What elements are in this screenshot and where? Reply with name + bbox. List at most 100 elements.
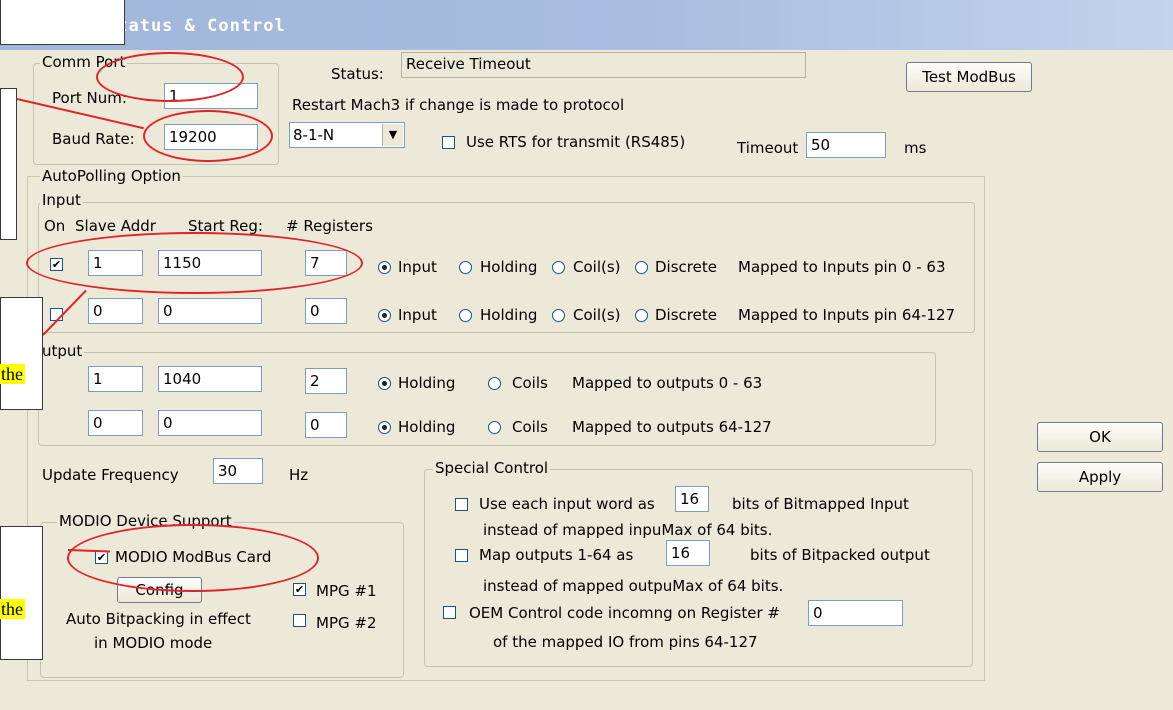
special-row2-input[interactable]: 16 bbox=[666, 540, 710, 566]
output-row1-start-input[interactable]: 1040 bbox=[158, 366, 262, 392]
output-row2-count-input[interactable]: 0 bbox=[305, 412, 347, 438]
apply-button[interactable]: Apply bbox=[1037, 462, 1163, 492]
rts-checkbox[interactable] bbox=[442, 136, 455, 149]
output-row2-start-input[interactable]: 0 bbox=[158, 410, 262, 436]
timeout-input[interactable]: 50 bbox=[806, 132, 886, 158]
baud-rate-input[interactable]: 19200 bbox=[164, 124, 258, 150]
output-radio-label-holding-2: Holding bbox=[398, 418, 456, 436]
output-row1-radio-coils[interactable] bbox=[488, 377, 501, 390]
comm-port-legend: Comm Port bbox=[40, 53, 128, 71]
radio-label-coils: Coil(s) bbox=[573, 258, 621, 276]
radio-label-holding-2: Holding bbox=[480, 306, 538, 324]
port-num-label: Port Num: bbox=[52, 89, 127, 107]
protocol-select[interactable]: 8-1-N ▼ bbox=[289, 122, 405, 148]
input-row2-start-input[interactable]: 0 bbox=[158, 298, 262, 324]
input-row1-radio-input[interactable] bbox=[378, 261, 391, 274]
special-row2-sub: instead of mapped outpuMax of 64 bits. bbox=[483, 577, 784, 595]
protocol-value: 8-1-N bbox=[293, 126, 335, 144]
input-legend: Input bbox=[40, 191, 83, 209]
test-modbus-button[interactable]: Test ModBus bbox=[906, 62, 1032, 92]
input-row2-map: Mapped to Inputs pin 64-127 bbox=[738, 306, 956, 324]
header-registers: # Registers bbox=[286, 217, 373, 235]
special-row3-pre: OEM Control code incomng on Register # bbox=[469, 604, 780, 622]
input-row2-radio-discrete[interactable] bbox=[635, 309, 648, 322]
status-label: Status: bbox=[331, 65, 384, 83]
timeout-label: Timeout bbox=[737, 139, 799, 157]
restart-note: Restart Mach3 if change is made to proto… bbox=[292, 96, 625, 114]
output-legend: utput bbox=[40, 342, 85, 360]
update-frequency-label: Update Frequency bbox=[42, 466, 179, 484]
input-row1-radio-holding[interactable] bbox=[459, 261, 472, 274]
output-row1-slave-input[interactable]: 1 bbox=[88, 366, 143, 392]
port-num-input[interactable]: 1 bbox=[164, 83, 258, 109]
output-row1-count-input[interactable]: 2 bbox=[305, 368, 347, 394]
modio-note-line2: in MODIO mode bbox=[94, 634, 213, 652]
rts-label: Use RTS for transmit (RS485) bbox=[466, 133, 686, 151]
annotation-note-2: the bbox=[0, 599, 25, 619]
annotation-box-bottom: the bbox=[0, 526, 43, 660]
special-row3-checkbox[interactable] bbox=[443, 606, 456, 619]
modio-card-label: MODIO ModBus Card bbox=[115, 548, 272, 566]
annotation-box-top bbox=[0, 0, 125, 45]
radio-label-discrete: Discrete bbox=[655, 258, 717, 276]
radio-label-input: Input bbox=[398, 258, 437, 276]
mpg1-checkbox[interactable]: ✔ bbox=[293, 583, 306, 596]
modio-note-line1: Auto Bitpacking in effect bbox=[66, 610, 251, 628]
input-row2-radio-input[interactable] bbox=[378, 309, 391, 322]
input-row1-on-checkbox[interactable]: ✔ bbox=[50, 258, 63, 271]
modio-legend: MODIO Device Support bbox=[57, 512, 234, 530]
mpg2-checkbox[interactable] bbox=[293, 614, 306, 627]
timeout-unit: ms bbox=[904, 139, 927, 157]
special-row2-checkbox[interactable] bbox=[455, 549, 468, 562]
input-row1-count-input[interactable]: 7 bbox=[305, 250, 347, 276]
special-row3-sub: of the mapped IO from pins 64-127 bbox=[493, 633, 758, 651]
input-row1-radio-coils[interactable] bbox=[552, 261, 565, 274]
output-row2-radio-holding[interactable] bbox=[378, 421, 391, 434]
output-radio-label-coils: Coils bbox=[512, 374, 548, 392]
mpg1-label: MPG #1 bbox=[316, 582, 377, 600]
output-row2-radio-coils[interactable] bbox=[488, 421, 501, 434]
input-row2-on-checkbox[interactable] bbox=[50, 308, 63, 321]
input-row1-slave-input[interactable]: 1 bbox=[88, 250, 143, 276]
annotation-box-mid: the bbox=[0, 297, 43, 410]
autopolling-legend: AutoPolling Option bbox=[40, 167, 183, 185]
special-row1-sub: instead of mapped inpuMax of 64 bits. bbox=[483, 521, 773, 539]
special-row3-input[interactable]: 0 bbox=[808, 600, 903, 626]
input-row2-radio-holding[interactable] bbox=[459, 309, 472, 322]
header-start-reg: Start Reg: bbox=[188, 217, 263, 235]
output-row1-radio-holding[interactable] bbox=[378, 377, 391, 390]
radio-label-discrete-2: Discrete bbox=[655, 306, 717, 324]
output-row1-map: Mapped to outputs 0 - 63 bbox=[572, 374, 763, 392]
special-row2-pre: Map outputs 1-64 as bbox=[479, 546, 634, 564]
modio-card-checkbox[interactable]: ✔ bbox=[95, 551, 108, 564]
config-button[interactable]: Config bbox=[117, 577, 202, 603]
special-row1-pre: Use each input word as bbox=[479, 495, 655, 513]
output-radio-label-holding: Holding bbox=[398, 374, 456, 392]
special-row1-input[interactable]: 16 bbox=[675, 486, 709, 512]
output-row2-slave-input[interactable]: 0 bbox=[88, 410, 143, 436]
special-row1-checkbox[interactable] bbox=[455, 498, 468, 511]
annotation-note-1: the bbox=[0, 364, 25, 384]
input-row1-radio-discrete[interactable] bbox=[635, 261, 648, 274]
radio-label-input-2: Input bbox=[398, 306, 437, 324]
input-row2-count-input[interactable]: 0 bbox=[305, 298, 347, 324]
input-row1-start-input[interactable]: 1150 bbox=[158, 250, 262, 276]
baud-rate-label: Baud Rate: bbox=[52, 130, 135, 148]
modio-group bbox=[40, 522, 404, 678]
radio-label-holding: Holding bbox=[480, 258, 538, 276]
update-frequency-unit: Hz bbox=[289, 466, 309, 484]
title-bar: Status & Control bbox=[0, 0, 1173, 50]
update-frequency-input[interactable]: 30 bbox=[213, 458, 263, 484]
annotation-box-left bbox=[0, 88, 17, 240]
chevron-down-icon[interactable]: ▼ bbox=[382, 124, 403, 146]
mpg2-label: MPG #2 bbox=[316, 614, 377, 632]
status-display: Receive Timeout bbox=[401, 52, 806, 78]
header-on: On bbox=[44, 217, 66, 235]
ok-button[interactable]: OK bbox=[1037, 422, 1163, 452]
header-slave-addr: Slave Addr bbox=[75, 217, 156, 235]
input-row2-radio-coils[interactable] bbox=[552, 309, 565, 322]
special-row2-post: bits of Bitpacked output bbox=[750, 546, 930, 564]
input-row2-slave-input[interactable]: 0 bbox=[88, 298, 143, 324]
input-row1-map: Mapped to Inputs pin 0 - 63 bbox=[738, 258, 946, 276]
output-row2-map: Mapped to outputs 64-127 bbox=[572, 418, 772, 436]
